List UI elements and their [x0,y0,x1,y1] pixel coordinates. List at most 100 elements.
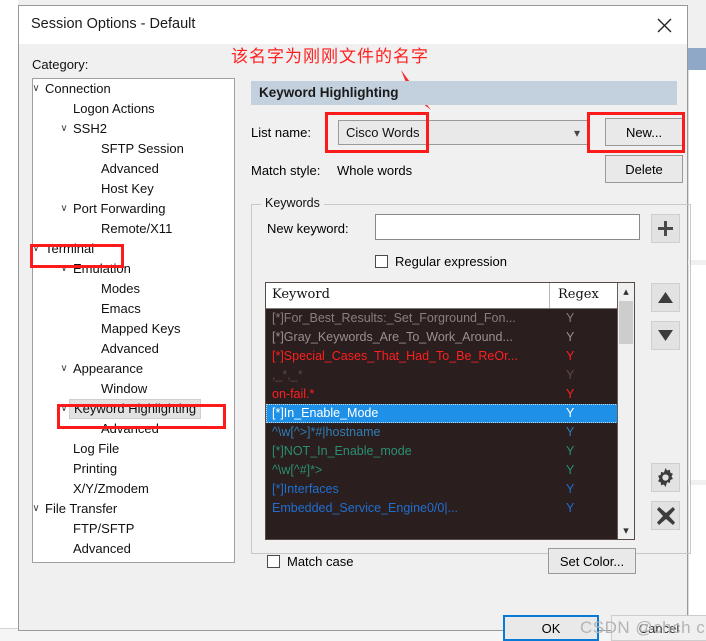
sidebar-item-label: X/Y/Zmodem [73,481,149,496]
sidebar-item-appearance[interactable]: ∨ Appearance [33,359,234,379]
keyword-row[interactable]: on-fail.* Y [266,385,620,404]
list-name-combobox[interactable]: Cisco Words ▾ [338,120,589,145]
sidebar-item-advanced[interactable]: Advanced [33,159,234,179]
match-style-label: Match style: [251,163,321,178]
background-window-accent [688,48,706,70]
match-case-checkbox[interactable]: Match case [267,554,353,569]
sidebar-item-advanced[interactable]: Advanced [33,339,234,359]
sidebar-item-printing[interactable]: Printing [33,459,234,479]
keyword-text: [*]In_Enable_Mode [272,406,379,420]
list-name-value: Cisco Words [346,125,420,140]
chevron-down-icon[interactable]: ∨ [33,79,43,99]
regular-expression-checkbox[interactable]: Regular expression [375,254,507,269]
chevron-down-icon[interactable]: ∨ [57,259,71,279]
sidebar-item-keyword-highlighting[interactable]: ∨ Keyword Highlighting [33,399,234,419]
keyword-list-scrollbar[interactable]: ▴ ▾ [617,283,634,539]
plus-icon[interactable] [651,214,680,243]
sidebar-item-terminal[interactable]: ∨ Terminal [33,239,234,259]
keyword-row[interactable]: ^\w[^#]*> Y [266,461,620,480]
chevron-down-icon[interactable]: ∨ [57,359,71,379]
move-down-button[interactable] [651,321,680,350]
keyword-row[interactable]: [*]NOT_In_Enable_mode Y [266,442,620,461]
sidebar-item-label: Advanced [73,541,131,556]
move-up-button[interactable] [651,283,680,312]
sidebar-item-emacs[interactable]: Emacs [33,299,234,319]
chevron-down-icon[interactable]: ∨ [57,119,71,139]
keyword-regex-flag: Y [566,463,575,477]
keyword-row[interactable]: [*]Gray_Keywords_Are_To_Work_Around... Y [266,328,620,347]
sidebar-item-ftp-sftp[interactable]: FTP/SFTP [33,519,234,539]
keyword-regex-flag: Y [566,406,575,420]
sidebar-item-emulation[interactable]: ∨ Emulation [33,259,234,279]
keyword-text: ^\w[^#]*> [272,463,323,477]
cancel-button[interactable]: Cancel [611,615,706,641]
category-label: Category: [32,57,89,72]
dialog-title-bar: Session Options - Default [19,6,687,44]
triangle-down-icon [658,330,673,341]
settings-button[interactable] [651,463,680,492]
sidebar-item-label: Advanced [101,421,159,436]
category-tree[interactable]: ∨ Connection Logon Actions ∨ SSH2 SFTP Sessio… [32,78,235,563]
remove-button[interactable] [651,501,680,530]
sidebar-item-file-transfer[interactable]: ∨ File Transfer [33,499,234,519]
ok-button[interactable]: OK [503,615,599,641]
list-name-label: List name: [251,125,311,140]
chevron-down-icon[interactable]: ∨ [57,199,71,219]
keyword-text: on-fail.* [272,387,315,401]
keyword-row[interactable]: ^\w[^>]*#|hostname Y [266,423,620,442]
keyword-row[interactable]: [*]In_Enable_Mode Y [266,404,620,423]
delete-button[interactable]: Delete [605,155,683,183]
sidebar-item-modes[interactable]: Modes [33,279,234,299]
sidebar-item-connection[interactable]: ∨ Connection [33,79,234,99]
match-case-label: Match case [287,554,354,569]
sidebar-item-host-key[interactable]: Host Key [33,179,234,199]
sidebar-item-advanced[interactable]: Advanced [33,419,234,439]
sidebar-item-x-y-zmodem[interactable]: X/Y/Zmodem [33,479,234,499]
new-keyword-input[interactable] [375,214,640,240]
keyword-row[interactable]: [*]Interfaces Y [266,480,620,499]
sidebar-item-label: File Transfer [45,501,118,516]
keyword-row[interactable]: [*]For_Best_Results:_Set_Forground_Fon..… [266,309,620,328]
keyword-list-rows[interactable]: [*]For_Best_Results:_Set_Forground_Fon..… [266,309,620,518]
keyword-row[interactable]: [*]Special_Cases_That_Had_To_Be_ReOr... Y [266,347,620,366]
sidebar-item-label: Logon Actions [73,101,155,116]
chevron-down-icon: ▾ [573,126,580,140]
background-window-left-edge [0,0,18,640]
keyword-text: ,_*,_* [272,368,303,382]
keyword-regex-flag: Y [566,311,575,325]
scroll-up-icon[interactable]: ▴ [618,283,634,300]
new-button[interactable]: New... [605,118,683,146]
close-icon[interactable] [641,6,687,44]
keyword-list[interactable]: Keyword Regex [*]For_Best_Results:_Set_F… [265,282,635,540]
scrollbar-thumb[interactable] [619,301,633,344]
set-color-button[interactable]: Set Color... [548,548,636,574]
sidebar-item-window[interactable]: Window [33,379,234,399]
sidebar-item-label: Connection [45,81,111,96]
keyword-text: [*]Gray_Keywords_Are_To_Work_Around... [272,330,513,344]
triangle-up-icon [658,292,673,303]
sidebar-item-log-file[interactable]: Log File [33,439,234,459]
sidebar-item-remote-x11[interactable]: Remote/X11 [33,219,234,239]
chevron-down-icon[interactable]: ∨ [33,499,43,519]
chevron-down-icon[interactable]: ∨ [33,239,43,259]
sidebar-item-label: Terminal [45,241,95,256]
keywords-groupbox-title: Keywords [261,196,324,210]
keyword-row[interactable]: Embedded_Service_Engine0/0|... Y [266,499,620,518]
pane-header: Keyword Highlighting [251,81,677,105]
sidebar-item-advanced[interactable]: Advanced [33,539,234,559]
keyword-regex-flag: Y [566,444,575,458]
keyword-regex-flag: Y [566,330,575,344]
sidebar-item-logon-actions[interactable]: Logon Actions [33,99,234,119]
sidebar-item-ssh2[interactable]: ∨ SSH2 [33,119,234,139]
sidebar-item-label: Printing [73,461,118,476]
match-style-value: Whole words [337,163,413,178]
column-header-keyword: Keyword [272,287,330,302]
sidebar-item-sftp-session[interactable]: SFTP Session [33,139,234,159]
sidebar-item-port-forwarding[interactable]: ∨ Port Forwarding [33,199,234,219]
keyword-text: [*]Special_Cases_That_Had_To_Be_ReOr... [272,349,518,363]
gear-icon [658,468,673,487]
sidebar-item-label: Host Key [101,181,154,196]
sidebar-item-mapped-keys[interactable]: Mapped Keys [33,319,234,339]
keyword-row[interactable]: ,_*,_* Y [266,366,620,385]
scroll-down-icon[interactable]: ▾ [618,522,634,539]
